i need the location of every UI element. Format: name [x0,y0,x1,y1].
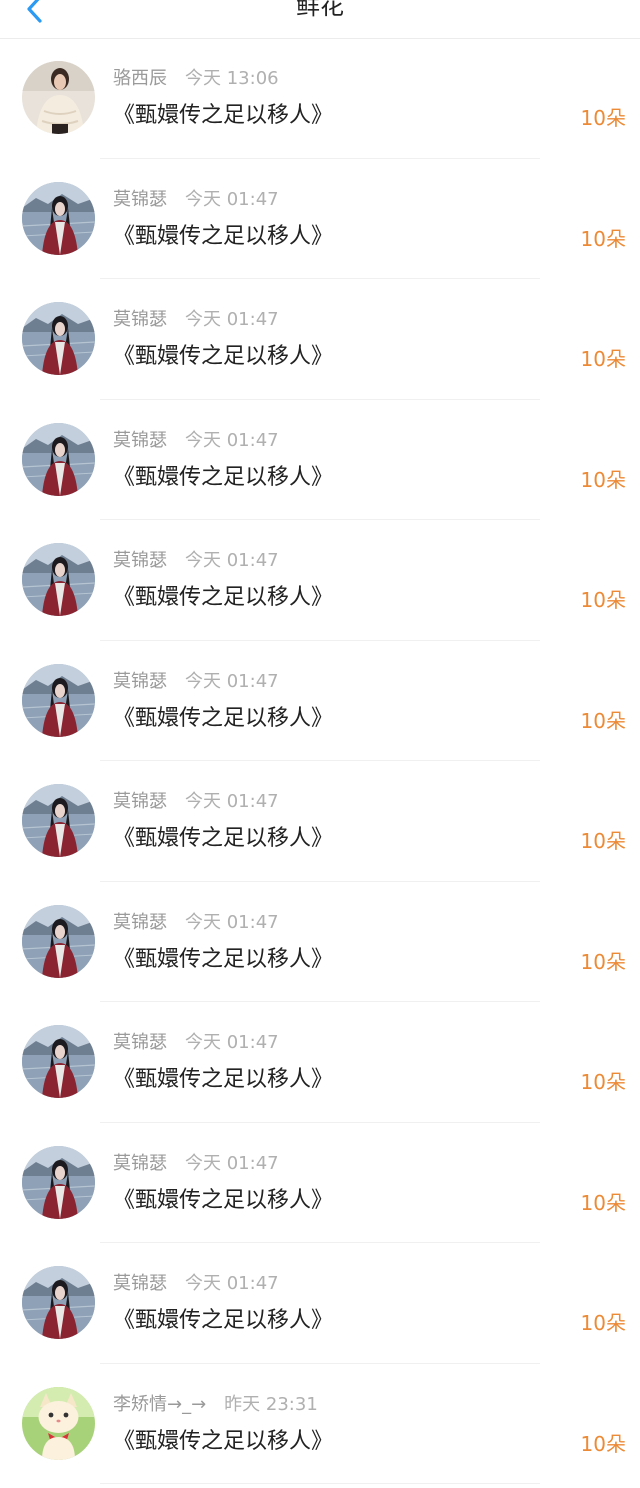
gift-time: 今天 01:47 [185,550,279,571]
gift-meta: 莫锦瑟 今天 01:47 [113,669,279,695]
work-title: 《甄嬛传之足以移人》 [113,705,334,731]
gift-meta: 莫锦瑟 今天 01:47 [113,187,279,213]
work-title: 《甄嬛传之足以移人》 [113,464,334,490]
gift-list-item[interactable]: 莫锦瑟 今天 01:47 《甄嬛传之足以移人》 10朵 [0,641,640,761]
woman-lakeside-avatar[interactable] [22,181,95,255]
woman-lakeside-avatar[interactable] [22,422,95,496]
work-title: 《甄嬛传之足以移人》 [113,826,334,851]
woman-lakeside-avatar[interactable] [22,904,95,978]
flower-amount: 10朵 [580,708,626,733]
row-divider [100,1483,540,1484]
flower-amount: 10朵 [580,829,626,853]
flower-amount: 10朵 [580,226,626,251]
gift-time: 今天 01:47 [185,1032,279,1053]
gift-meta: 莫锦瑟 今天 01:47 [113,1151,279,1177]
woman-lakeside-avatar[interactable] [22,1145,95,1219]
sender-name[interactable]: 骆西辰 [113,68,167,89]
work-title: 《甄嬛传之足以移人》 [113,103,334,128]
flower-amount: 10朵 [580,1070,626,1094]
gift-time: 今天 01:47 [185,1152,279,1174]
flower-amount: 10朵 [580,1431,626,1456]
flower-amount: 10朵 [580,467,626,492]
woman-lace-top-avatar[interactable] [22,61,95,134]
gift-meta: 莫锦瑟 今天 01:47 [113,1030,279,1056]
sender-name[interactable]: 莫锦瑟 [113,912,167,933]
work-title: 《甄嬛传之足以移人》 [113,1187,334,1213]
woman-lakeside-avatar[interactable] [22,543,95,616]
cartoon-cat-avatar[interactable] [22,1386,95,1460]
gift-meta: 莫锦瑟 今天 01:47 [113,910,279,936]
flower-amount: 10朵 [580,1311,626,1335]
woman-lakeside-avatar[interactable] [22,302,95,375]
gift-meta: 莫锦瑟 今天 01:47 [113,307,279,333]
work-title: 《甄嬛传之足以移人》 [113,1067,334,1092]
sender-name[interactable]: 莫锦瑟 [113,791,167,812]
gift-time: 今天 01:47 [185,429,279,451]
flower-amount: 10朵 [580,949,626,974]
flower-amount: 10朵 [580,106,626,130]
sender-name[interactable]: 莫锦瑟 [113,550,167,571]
gift-list-item[interactable]: 莫锦瑟 今天 01:47 《甄嬛传之足以移人》 10朵 [0,1123,640,1243]
gift-time: 今天 13:06 [185,68,279,89]
flower-amount: 10朵 [580,588,626,612]
page-title: 鲜花 [296,0,344,20]
sender-name[interactable]: 莫锦瑟 [113,1032,167,1053]
gift-meta: 莫锦瑟 今天 01:47 [113,1271,279,1297]
gift-list-item[interactable]: 莫锦瑟 今天 01:47 《甄嬛传之足以移人》 10朵 [0,279,640,400]
gift-meta: 莫锦瑟 今天 01:47 [113,548,279,574]
top-nav-bar: 鲜花 [0,0,640,39]
work-title: 《甄嬛传之足以移人》 [113,946,334,972]
gift-list-item[interactable]: 李矫情→_→ 昨天 23:31 《甄嬛传之足以移人》 10朵 [0,1364,640,1484]
gift-time: 今天 01:47 [185,911,279,933]
sender-name[interactable]: 莫锦瑟 [113,1273,167,1294]
gift-list-item[interactable]: 莫锦瑟 今天 01:47 《甄嬛传之足以移人》 10朵 [0,1002,640,1123]
sender-name[interactable]: 莫锦瑟 [113,1153,167,1174]
gift-time: 今天 01:47 [185,1273,279,1294]
flower-amount: 10朵 [580,1190,626,1215]
work-title: 《甄嬛传之足以移人》 [113,585,334,610]
gift-list-item[interactable]: 莫锦瑟 今天 01:47 《甄嬛传之足以移人》 10朵 [0,1243,640,1364]
gift-meta: 莫锦瑟 今天 01:47 [113,428,279,454]
gift-time: 今天 01:47 [185,309,279,330]
flower-gift-list: 骆西辰 今天 13:06 《甄嬛传之足以移人》 10朵 莫锦瑟 今天 01:47 《… [0,38,640,1484]
work-title: 《甄嬛传之足以移人》 [113,344,334,369]
gift-time: 今天 01:47 [185,791,279,812]
gift-time: 昨天 23:31 [224,1393,318,1415]
woman-lakeside-avatar[interactable] [22,1266,95,1339]
work-title: 《甄嬛传之足以移人》 [113,1308,334,1333]
work-title: 《甄嬛传之足以移人》 [113,223,334,249]
gift-list-item[interactable]: 莫锦瑟 今天 01:47 《甄嬛传之足以移人》 10朵 [0,761,640,882]
woman-lakeside-avatar[interactable] [22,663,95,737]
gift-time: 今天 01:47 [185,670,279,692]
woman-lakeside-avatar[interactable] [22,784,95,857]
woman-lakeside-avatar[interactable] [22,1025,95,1098]
flower-amount: 10朵 [580,347,626,371]
gift-list-item[interactable]: 莫锦瑟 今天 01:47 《甄嬛传之足以移人》 10朵 [0,159,640,279]
gift-list-item[interactable]: 莫锦瑟 今天 01:47 《甄嬛传之足以移人》 10朵 [0,882,640,1002]
sender-name[interactable]: 莫锦瑟 [113,671,167,692]
gift-list-item[interactable]: 骆西辰 今天 13:06 《甄嬛传之足以移人》 10朵 [0,38,640,159]
gift-meta: 莫锦瑟 今天 01:47 [113,789,279,815]
gift-meta: 骆西辰 今天 13:06 [113,66,279,92]
sender-name[interactable]: 李矫情→_→ [113,1394,206,1415]
gift-list-item[interactable]: 莫锦瑟 今天 01:47 《甄嬛传之足以移人》 10朵 [0,400,640,520]
sender-name[interactable]: 莫锦瑟 [113,309,167,330]
gift-meta: 李矫情→_→ 昨天 23:31 [113,1392,318,1418]
sender-name[interactable]: 莫锦瑟 [113,430,167,451]
sender-name[interactable]: 莫锦瑟 [113,189,167,210]
gift-list-item[interactable]: 莫锦瑟 今天 01:47 《甄嬛传之足以移人》 10朵 [0,520,640,641]
gift-time: 今天 01:47 [185,188,279,210]
work-title: 《甄嬛传之足以移人》 [113,1428,334,1454]
